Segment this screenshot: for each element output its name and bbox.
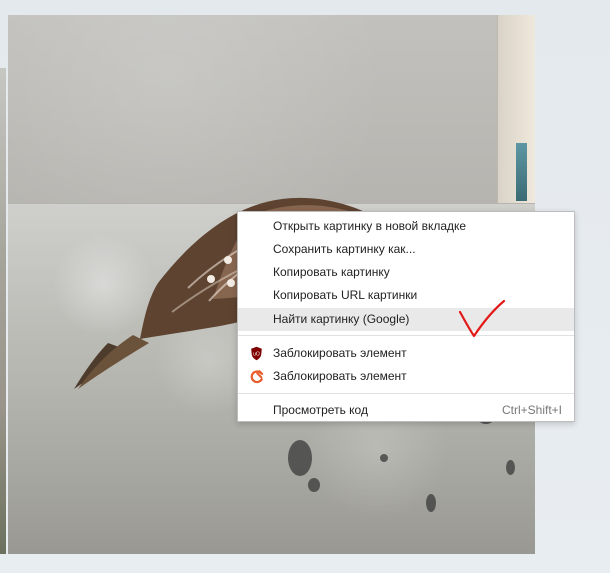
menu-item-label: Копировать URL картинки xyxy=(273,288,418,302)
checkmark-icon xyxy=(458,300,506,338)
menu-separator xyxy=(238,335,574,336)
pipe-stain xyxy=(426,494,436,512)
menu-block-element-adblock[interactable]: Заблокировать элемент xyxy=(238,365,574,388)
menu-item-label: Открыть картинку в новой вкладке xyxy=(273,219,467,233)
pipe-stain xyxy=(308,478,320,492)
menu-shortcut: Ctrl+Shift+I xyxy=(501,403,562,417)
menu-item-label: Копировать картинку xyxy=(273,265,390,279)
adblock-icon xyxy=(249,369,264,384)
menu-copy-image-url[interactable]: Копировать URL картинки xyxy=(238,284,574,307)
menu-copy-image[interactable]: Копировать картинку xyxy=(238,261,574,284)
pipe-stain xyxy=(380,454,388,462)
left-side-image-strip xyxy=(0,68,6,554)
ublock-icon: uO xyxy=(249,346,264,361)
menu-item-label: Заблокировать элемент xyxy=(273,346,407,360)
menu-item-label: Найти картинку (Google) xyxy=(273,312,410,326)
menu-search-image-google[interactable]: Найти картинку (Google) xyxy=(238,308,574,331)
menu-block-element-ublock[interactable]: uO Заблокировать элемент xyxy=(238,342,574,365)
pipe-stain xyxy=(288,440,312,476)
menu-inspect-code[interactable]: Просмотреть код Ctrl+Shift+I xyxy=(238,399,574,422)
window-accent xyxy=(516,143,527,201)
menu-item-label: Заблокировать элемент xyxy=(273,369,407,383)
svg-text:uO: uO xyxy=(253,352,260,358)
pipe-stain xyxy=(506,460,515,475)
menu-save-image-as[interactable]: Сохранить картинку как... xyxy=(238,238,574,261)
menu-open-image-new-tab[interactable]: Открыть картинку в новой вкладке xyxy=(238,215,574,238)
menu-separator xyxy=(238,393,574,394)
menu-item-label: Просмотреть код xyxy=(273,403,368,417)
image-context-menu: Открыть картинку в новой вкладке Сохрани… xyxy=(237,211,575,422)
menu-item-label: Сохранить картинку как... xyxy=(273,242,416,256)
